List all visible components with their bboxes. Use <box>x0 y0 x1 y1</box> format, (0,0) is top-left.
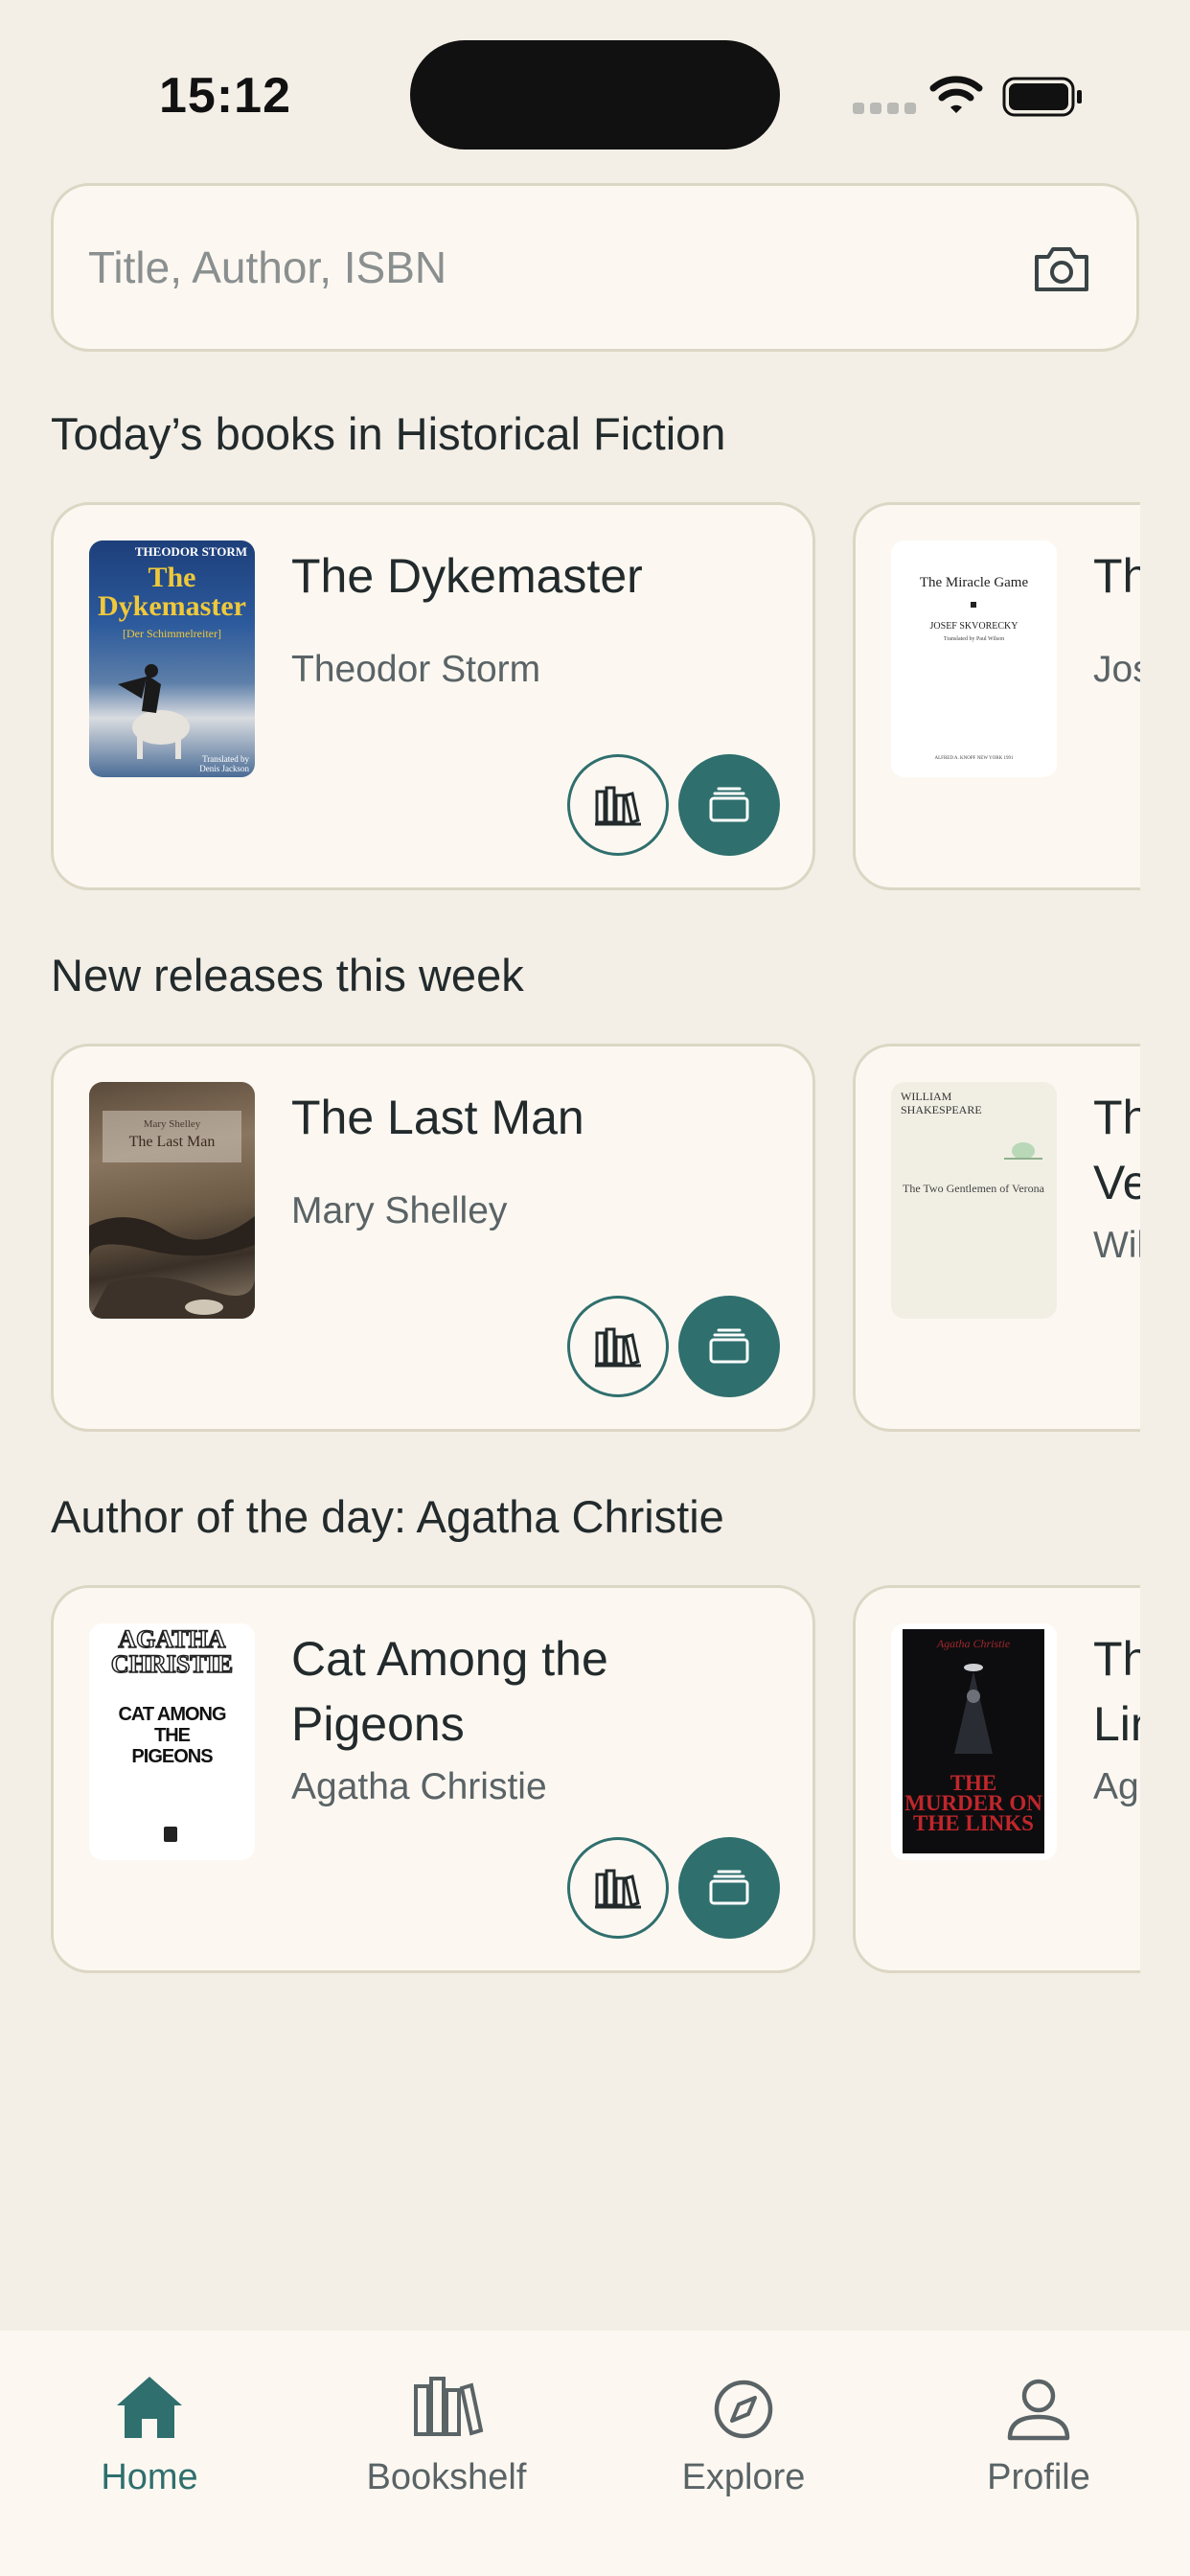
book-carousel-new-releases[interactable]: Mary Shelley The Last Man The Last Man M… <box>0 1044 1140 1437</box>
tab-explore-label: Explore <box>681 2457 806 2497</box>
add-to-stack-button[interactable] <box>678 1837 780 1939</box>
book-card[interactable]: Agatha Christie THE MURDER ON THE LINKS … <box>853 1585 1140 1973</box>
cover-publisher-text: ALFRED A. KNOPF NEW YORK 1991 <box>934 756 1014 761</box>
book-cover[interactable]: AGATHA CHRISTIE CAT AMONG THE PIGEONS <box>89 1623 255 1860</box>
cover-illustration <box>89 1216 255 1319</box>
cellular-signal-icon <box>853 103 916 114</box>
person-icon <box>1007 2379 1070 2441</box>
book-carousel-historical-fiction[interactable]: THEODOR STORM The Dykemaster [Der Schimm… <box>0 502 1140 895</box>
book-card[interactable]: The Miracle Game JOSEF SKVORECKY Transla… <box>853 502 1140 890</box>
cover-translator-text: Translated by Denis Jackson <box>199 754 249 773</box>
bookshelf-icon <box>595 786 641 826</box>
cover-author-text: Agatha Christie <box>936 1637 1011 1650</box>
battery-icon <box>1002 77 1082 117</box>
book-cover[interactable]: WILLIAM SHAKESPEARE The Two Gentlemen of… <box>891 1082 1057 1319</box>
wifi-icon <box>929 76 983 113</box>
tab-home[interactable]: Home <box>44 2369 255 2498</box>
stack-icon <box>709 1328 749 1364</box>
cover-translator-text: Translated by Paul Wilson <box>943 636 1005 642</box>
book-cover[interactable]: THEODOR STORM The Dykemaster [Der Schimm… <box>89 540 255 777</box>
dynamic-island <box>410 40 780 150</box>
section-title-historical-fiction: Today’s books in Historical Fiction <box>51 408 726 459</box>
search-input[interactable] <box>88 234 950 301</box>
tab-bar: Home Bookshelf Explore Profile <box>0 2331 1190 2576</box>
book-author: Aga <box>1093 1766 1140 1807</box>
book-carousel-author-of-the-day[interactable]: AGATHA CHRISTIE CAT AMONG THE PIGEONS Ca… <box>0 1585 1140 1978</box>
book-cover[interactable]: Agatha Christie THE MURDER ON THE LINKS <box>891 1623 1057 1860</box>
cover-author-text: JOSEF SKVORECKY <box>929 621 1018 632</box>
book-author: Wil <box>1093 1225 1140 1266</box>
add-to-bookshelf-button[interactable] <box>567 1296 669 1397</box>
add-to-bookshelf-button[interactable] <box>567 1837 669 1939</box>
bookshelf-icon <box>595 1869 641 1909</box>
cover-title-text: The Two Gentlemen of Verona <box>903 1182 1045 1195</box>
bookshelf-icon <box>595 1327 641 1368</box>
status-bar: 15:12 <box>0 0 1190 163</box>
book-card[interactable]: AGATHA CHRISTIE CAT AMONG THE PIGEONS Ca… <box>51 1585 815 1973</box>
cover-title-text: The Last Man <box>128 1134 216 1150</box>
cover-subtitle-text: [Der Schimmelreiter] <box>123 627 221 640</box>
book-title: Th Ve <box>1093 1091 1140 1209</box>
book-title: The Dykemaster <box>291 549 643 603</box>
cover-author-text: WILLIAM SHAKESPEARE <box>901 1090 982 1116</box>
book-card[interactable]: THEODOR STORM The Dykemaster [Der Schimm… <box>51 502 815 890</box>
compass-icon <box>714 2380 773 2439</box>
cover-author-text: THEODOR STORM <box>134 544 247 559</box>
publisher-logo <box>164 1827 177 1842</box>
camera-icon[interactable] <box>1031 242 1092 295</box>
cover-title-text: The Miracle Game <box>919 575 1029 590</box>
bookshelf-icon <box>414 2377 484 2436</box>
book-title: Cat Among the Pigeons <box>291 1632 608 1751</box>
cover-title-text: The Dykemaster <box>98 562 246 622</box>
book-card[interactable]: Mary Shelley The Last Man The Last Man M… <box>51 1044 815 1432</box>
tab-profile-label: Profile <box>987 2457 1090 2497</box>
cover-author-text: AGATHA CHRISTIE <box>110 1625 234 1678</box>
home-icon <box>117 2377 182 2438</box>
add-to-stack-button[interactable] <box>678 754 780 856</box>
tab-home-label: Home <box>101 2457 198 2497</box>
book-cover[interactable]: Mary Shelley The Last Man <box>89 1082 255 1319</box>
stack-icon <box>709 787 749 822</box>
book-title: The Last Man <box>291 1091 584 1144</box>
cover-title-text: CAT AMONG THE PIGEONS <box>118 1704 226 1767</box>
book-title: Th Lin <box>1093 1632 1140 1751</box>
cover-author-text: Mary Shelley <box>143 1118 201 1130</box>
cover-title-text: THE MURDER ON THE LINKS <box>904 1771 1042 1835</box>
book-cover[interactable]: The Miracle Game JOSEF SKVORECKY Transla… <box>891 540 1057 777</box>
book-author: Agatha Christie <box>291 1766 547 1807</box>
add-to-stack-button[interactable] <box>678 1296 780 1397</box>
tab-profile[interactable]: Profile <box>933 2369 1144 2498</box>
book-author: Theodor Storm <box>291 649 541 690</box>
cover-illustration <box>118 664 190 759</box>
book-title: Th <box>1093 549 1140 603</box>
section-title-new-releases: New releases this week <box>51 950 524 1000</box>
section-title-author-of-the-day: Author of the day: Agatha Christie <box>51 1491 724 1542</box>
cover-illustration <box>1004 1142 1042 1160</box>
book-card[interactable]: WILLIAM SHAKESPEARE The Two Gentlemen of… <box>853 1044 1140 1432</box>
stack-icon <box>709 1870 749 1905</box>
tab-bookshelf[interactable]: Bookshelf <box>341 2369 552 2498</box>
cover-illustration <box>954 1664 993 1754</box>
book-author: Mary Shelley <box>291 1190 508 1231</box>
tab-explore[interactable]: Explore <box>638 2369 849 2498</box>
tab-bookshelf-label: Bookshelf <box>366 2457 527 2497</box>
search-bar[interactable] <box>51 183 1139 352</box>
status-time: 15:12 <box>159 68 291 124</box>
book-author: Jos <box>1093 649 1140 690</box>
add-to-bookshelf-button[interactable] <box>567 754 669 856</box>
